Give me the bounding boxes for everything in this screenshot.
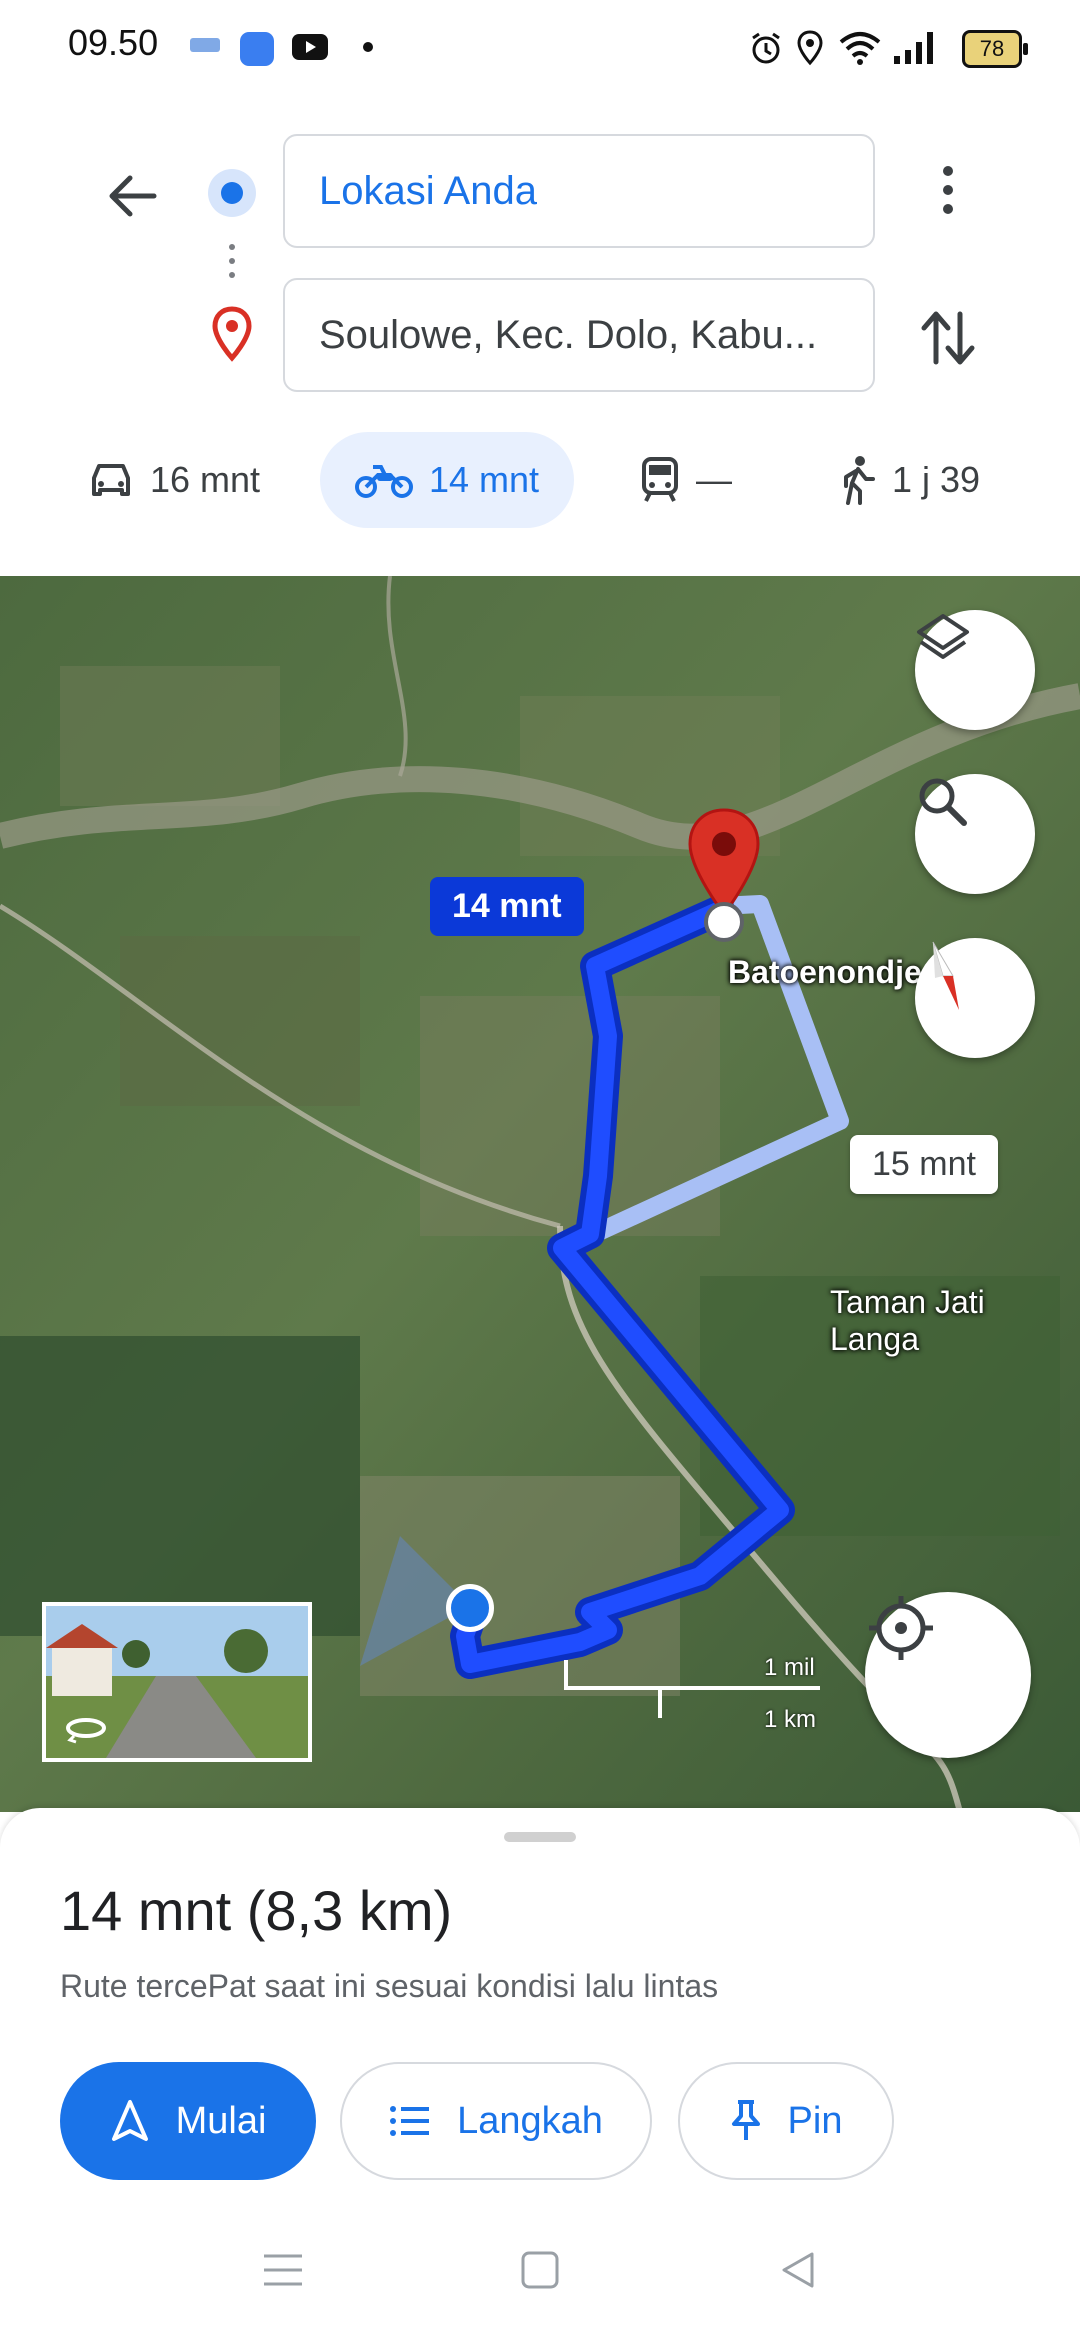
more-notifications-dot xyxy=(363,42,373,52)
more-options-button[interactable] xyxy=(910,150,986,230)
sheet-drag-handle[interactable] xyxy=(504,1832,576,1842)
walk-icon xyxy=(844,456,875,505)
my-location-button[interactable] xyxy=(865,1592,1031,1758)
back-button[interactable] xyxy=(96,160,168,232)
destination-marker-icon[interactable] xyxy=(684,806,764,946)
back-arrow-icon xyxy=(109,175,157,217)
pin-button[interactable]: Pin xyxy=(678,2062,894,2180)
start-button-label: Mulai xyxy=(175,2099,267,2142)
home-icon[interactable] xyxy=(520,2250,560,2290)
my-location-icon xyxy=(869,1596,933,1660)
steps-button-label: Langkah xyxy=(457,2099,603,2142)
app-notification-icon xyxy=(190,38,220,52)
youtube-icon xyxy=(292,34,328,60)
origin-dot xyxy=(221,182,243,204)
place-label-batoenondje: Batoenondje xyxy=(728,954,922,990)
layers-icon xyxy=(917,614,969,659)
destination-input[interactable]: Soulowe, Kec. Dolo, Kabu... xyxy=(283,278,875,392)
rotate-360-icon xyxy=(66,1718,106,1744)
recent-apps-icon[interactable] xyxy=(262,2250,304,2290)
swap-route-button[interactable] xyxy=(906,296,990,380)
battery-indicator: 78 xyxy=(962,30,1028,68)
place-label-taman-jati: Taman Jati Langa xyxy=(830,1284,985,1357)
signal-icon xyxy=(894,32,933,64)
list-icon xyxy=(390,2106,430,2136)
motorcycle-icon xyxy=(354,465,413,498)
mode-walk-tab[interactable]: 1 j 39 xyxy=(838,432,1038,528)
search-icon xyxy=(919,778,967,826)
back-nav-icon[interactable] xyxy=(778,2250,818,2290)
status-bar: 09.50 78 xyxy=(0,0,1080,96)
origin-input[interactable]: Lokasi Anda xyxy=(283,134,875,248)
current-location-dot xyxy=(446,1584,494,1632)
route-summary-title: 14 mnt (8,3 km) xyxy=(60,1879,453,1942)
layers-button[interactable] xyxy=(915,610,1035,730)
alarm-icon xyxy=(752,32,780,64)
navigation-arrow-icon xyxy=(111,2100,148,2141)
compass-button[interactable] xyxy=(915,938,1035,1058)
destination-pin-icon xyxy=(212,306,252,362)
map-view[interactable]: 14 mnt 15 mnt Batoenondje Taman Jati Lan… xyxy=(0,576,1080,1812)
compass-icon xyxy=(932,941,959,1010)
scale-mile-label: 1 mil xyxy=(764,1654,815,1681)
wifi-icon xyxy=(839,32,881,65)
route-connector-icon xyxy=(226,236,238,286)
alt-route-label[interactable]: 15 mnt xyxy=(850,1135,998,1194)
mode-car-tab[interactable]: 16 mnt xyxy=(88,432,288,528)
mode-motorcycle-tab[interactable]: 14 mnt xyxy=(320,432,574,528)
mode-transit-tab[interactable]: — xyxy=(640,432,760,528)
mode-motorcycle-duration: 14 mnt xyxy=(428,459,540,500)
pin-button-label: Pin xyxy=(787,2099,843,2142)
street-view-thumbnail[interactable] xyxy=(42,1602,312,1762)
clock: 09.50 xyxy=(68,22,159,63)
mode-transit-duration: — xyxy=(696,459,732,500)
transit-icon xyxy=(642,457,678,502)
main-route-label[interactable]: 14 mnt xyxy=(430,877,584,936)
steps-button[interactable]: Langkah xyxy=(340,2062,652,2180)
mode-walk-duration: 1 j 39 xyxy=(892,459,981,500)
swap-vert-icon xyxy=(921,311,975,365)
search-along-route-button[interactable] xyxy=(915,774,1035,894)
mode-car-duration: 16 mnt xyxy=(150,459,261,500)
scale-km-label: 1 km xyxy=(764,1706,817,1733)
start-navigation-button[interactable]: Mulai xyxy=(60,2062,316,2180)
more-vert-icon xyxy=(943,166,953,214)
car-icon xyxy=(92,464,130,496)
route-summary-subtitle: Rute tercePat saat ini sesuai kondisi la… xyxy=(60,1968,719,2004)
app-notification-icon xyxy=(240,32,274,66)
location-icon xyxy=(797,30,823,66)
pin-icon xyxy=(731,2100,760,2140)
